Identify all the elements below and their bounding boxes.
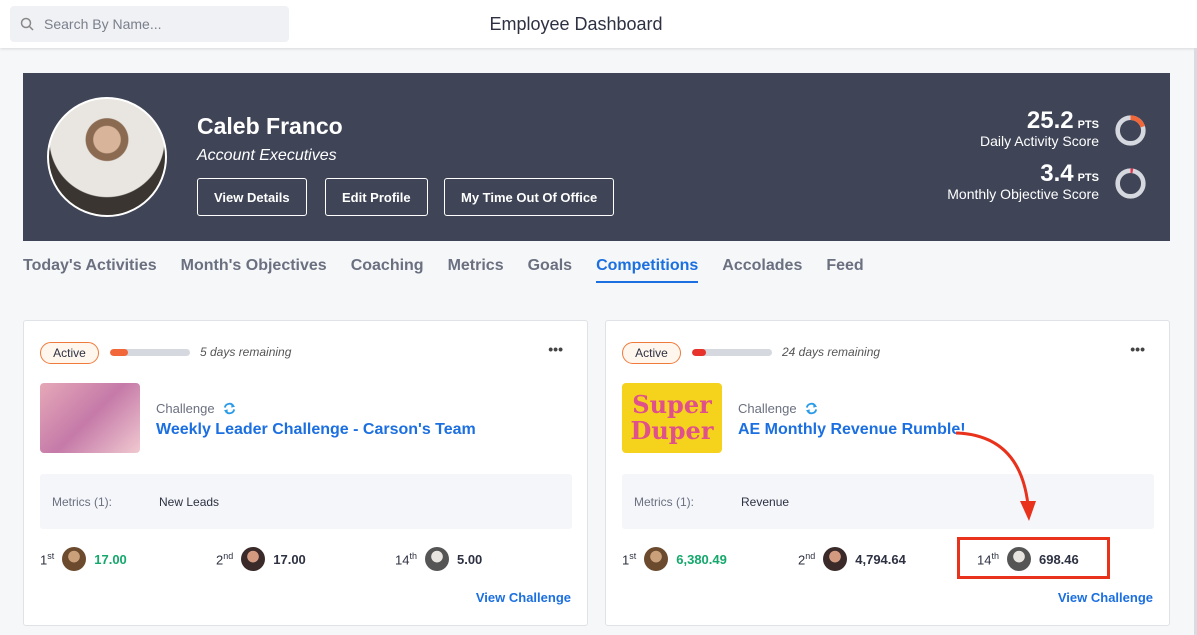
- challenge-title-link[interactable]: AE Monthly Revenue Rumble!: [738, 421, 966, 439]
- metrics-label: Metrics (1):: [634, 495, 694, 509]
- rank-score: 5.00: [456, 551, 483, 567]
- challenge-title-link[interactable]: Weekly Leader Challenge - Carson's Team: [156, 421, 476, 439]
- leaderboard-rank: 1st 17.00: [40, 547, 127, 571]
- time-progress-bar: [692, 349, 772, 356]
- metrics-panel: Metrics (1): Revenue: [622, 474, 1154, 529]
- score-value: 3.4: [1040, 160, 1074, 187]
- profile-avatar: [47, 97, 167, 217]
- rank-position: 1st: [40, 550, 55, 568]
- challenge-image: [40, 383, 140, 453]
- days-remaining: 5 days remaining: [200, 345, 292, 359]
- time-progress-bar: [110, 349, 190, 356]
- edit-profile-button[interactable]: Edit Profile: [325, 178, 428, 216]
- monthly-objective-score: 3.4 PTS Monthly Objective Score: [947, 160, 1099, 202]
- rank-position: 2nd: [798, 550, 816, 568]
- daily-score-ring: [1115, 115, 1146, 146]
- metrics-panel: Metrics (1): New Leads: [40, 474, 572, 529]
- profile-role: Account Executives: [197, 147, 337, 164]
- rank-position: 1st: [622, 550, 637, 568]
- rank-score: 17.00: [94, 551, 127, 567]
- daily-activity-score: 25.2 PTS Daily Activity Score: [980, 107, 1099, 149]
- ring-track: [1115, 168, 1146, 199]
- view-challenge-link[interactable]: View Challenge: [1058, 590, 1153, 605]
- app-title: Employee Dashboard: [489, 14, 663, 34]
- challenge-type: Challenge: [156, 401, 236, 416]
- tab-accolades[interactable]: Accolades: [722, 257, 802, 283]
- challenge-image: Super Duper: [622, 383, 722, 453]
- tab-goals[interactable]: Goals: [528, 257, 572, 283]
- view-details-button[interactable]: View Details: [197, 178, 307, 216]
- monthly-score-ring: [1115, 168, 1146, 199]
- rank-position: 2nd: [216, 550, 234, 568]
- competition-card: Active 5 days remaining ••• Challenge We…: [23, 320, 588, 626]
- participant-avatar[interactable]: [424, 547, 449, 571]
- rank-position: 14th: [395, 550, 417, 568]
- recurring-icon: [805, 402, 817, 415]
- rank-score: 17.00: [273, 551, 306, 567]
- tab-todays-activities[interactable]: Today's Activities: [23, 257, 157, 283]
- more-options-button[interactable]: •••: [548, 341, 563, 357]
- top-bar: Employee Dashboard: [0, 0, 1197, 48]
- status-badge: Active: [40, 342, 99, 364]
- time-out-of-office-button[interactable]: My Time Out Of Office: [444, 178, 615, 216]
- annotation-arrow-icon: [955, 431, 1036, 521]
- rank-score: 4,794.64: [855, 551, 906, 567]
- rank-score: 6,380.49: [676, 551, 727, 567]
- score-label: Monthly Objective Score: [947, 186, 1099, 202]
- competition-card: Active 24 days remaining ••• Super Duper…: [605, 320, 1170, 626]
- profile-header: Caleb Franco Account Executives View Det…: [23, 73, 1170, 241]
- days-remaining: 24 days remaining: [782, 345, 881, 359]
- tab-feed[interactable]: Feed: [826, 257, 863, 283]
- score-unit: PTS: [1077, 119, 1099, 131]
- view-challenge-link[interactable]: View Challenge: [476, 590, 571, 605]
- participant-avatar[interactable]: [62, 547, 87, 571]
- tab-competitions[interactable]: Competitions: [596, 257, 699, 283]
- tab-metrics[interactable]: Metrics: [448, 257, 504, 283]
- tab-months-objectives[interactable]: Month's Objectives: [181, 257, 327, 283]
- score-value: 25.2: [1026, 107, 1074, 134]
- leaderboard-rank: 2nd 17.00: [216, 547, 306, 571]
- metrics-label: Metrics (1):: [52, 495, 112, 509]
- profile-name: Caleb Franco: [197, 113, 343, 139]
- tab-bar: Today's Activities Month's Objectives Co…: [23, 257, 864, 283]
- score-unit: PTS: [1077, 172, 1099, 184]
- metric-name: Revenue: [741, 495, 790, 509]
- metric-name: New Leads: [159, 495, 220, 509]
- leaderboard-rank: 2nd 4,794.64: [798, 547, 906, 571]
- challenge-type: Challenge: [738, 401, 818, 416]
- leaderboard-rank: 1st 6,380.49: [622, 547, 727, 571]
- leaderboard-rank: 14th 5.00: [395, 547, 482, 571]
- recurring-icon: [223, 402, 235, 415]
- participant-avatar[interactable]: [241, 547, 266, 571]
- participant-avatar[interactable]: [823, 547, 848, 571]
- more-options-button[interactable]: •••: [1130, 341, 1145, 357]
- score-label: Daily Activity Score: [979, 133, 1099, 149]
- participant-avatar[interactable]: [644, 547, 669, 571]
- highlight-box: [957, 537, 1110, 579]
- status-badge: Active: [622, 342, 681, 364]
- tab-coaching[interactable]: Coaching: [351, 257, 424, 283]
